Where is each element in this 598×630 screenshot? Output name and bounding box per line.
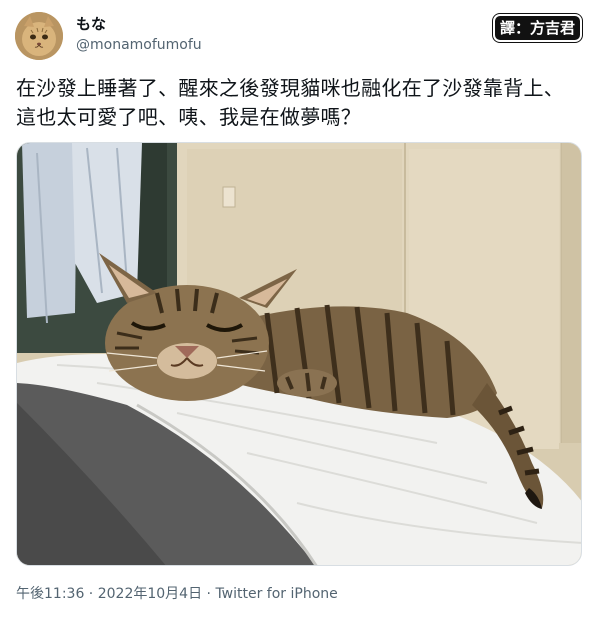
author-names: もな @monamofumofu [76,14,202,55]
tweet-time[interactable]: 午後11:36 [16,586,84,602]
tweet-date[interactable]: 2022年10月4日 [98,586,202,602]
handle[interactable]: @monamofumofu [76,35,202,55]
tweet-text: 在沙發上睡著了、醒來之後發現貓咪也融化在了沙發靠背上、這也太可愛了吧、咦、我是在… [16,76,565,129]
meta-separator: · [84,586,98,602]
tweet-header: もな @monamofumofu 譯：方吉君 [0,0,598,70]
meta-separator: · [202,586,216,602]
tweet-source[interactable]: Twitter for iPhone [215,586,337,602]
tweet-meta: 午後11:36 · 2022年10月4日 · Twitter for iPhon… [16,585,338,603]
display-name[interactable]: もな [76,14,202,34]
translator-badge: 譯：方吉君 [494,16,580,40]
tweet-media[interactable] [16,142,582,566]
sleeping-cat-photo [17,143,581,565]
avatar[interactable] [15,12,63,60]
cat-avatar-icon [15,12,63,60]
